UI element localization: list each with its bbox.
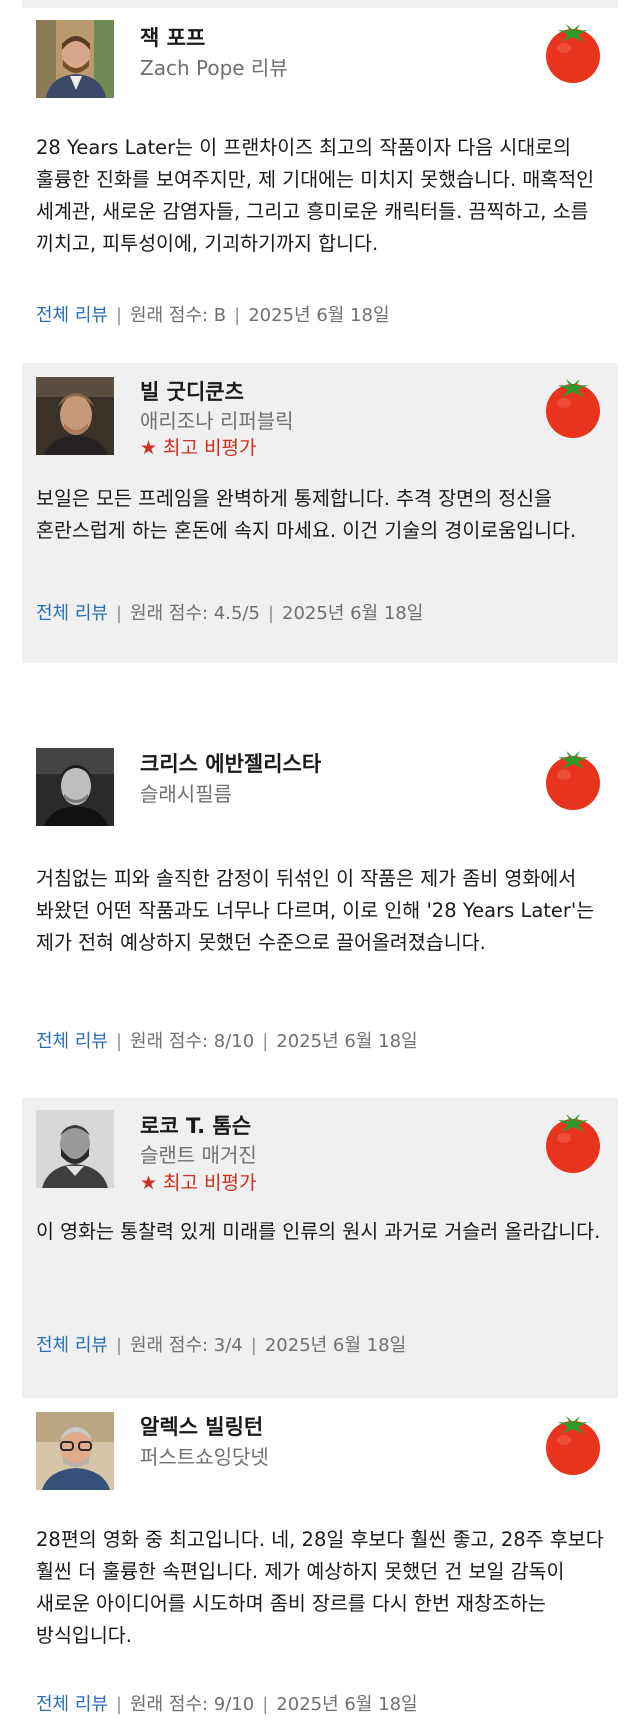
full-review-link[interactable]: 전체 리뷰: [36, 305, 108, 326]
critic-name[interactable]: 잭 포프: [140, 22, 205, 52]
review-card: 로코 T. 톰슨 슬랜트 매거진 ★ 최고 비평가 이 영화는 통찰력 있게 미래…: [22, 1098, 618, 1398]
original-score: 원래 점수: B: [130, 305, 227, 326]
divider: |: [115, 603, 123, 624]
star-icon: ★: [140, 1172, 158, 1194]
top-critic-badge: ★ 최고 비평가: [140, 433, 257, 460]
review-card: 알렉스 빌링턴 퍼스트쇼잉닷넷 28편의 영화 중 최고입니다. 네, 28일 …: [22, 1398, 618, 1736]
review-quote: 거침없는 피와 솔직한 감정이 뒤섞인 이 작품은 제가 좀비 영화에서 봐왔던…: [36, 867, 595, 954]
review-meta: 전체 리뷰 | 원래 점수: 9/10 | 2025년 6월 18일: [36, 1690, 418, 1716]
star-icon: ★: [140, 437, 158, 459]
critic-avatar[interactable]: [36, 1110, 114, 1188]
review-card: 빌 굿디쿤츠 애리조나 리퍼블릭 ★ 최고 비평가 보일은 모든 프레임을 완벽하…: [22, 363, 618, 663]
review-meta: 전체 리뷰 | 원래 점수: 3/4 | 2025년 6월 18일: [36, 1331, 406, 1357]
review-date: 2025년 6월 18일: [282, 603, 424, 624]
divider: |: [262, 1694, 269, 1715]
fresh-tomato-icon: [540, 373, 606, 439]
original-score: 원래 점수: 9/10: [130, 1694, 255, 1715]
review-date: 2025년 6월 18일: [248, 305, 390, 326]
review-quote: 이 영화는 통찰력 있게 미래를 인류의 원시 과거로 거슬러 올라갑니다.: [36, 1220, 601, 1243]
critic-avatar[interactable]: [36, 748, 114, 826]
divider: |: [234, 305, 241, 326]
divider: |: [115, 305, 123, 326]
review-date: 2025년 6월 18일: [264, 1335, 407, 1356]
divider: |: [262, 1031, 269, 1052]
previous-card-edge: [22, 0, 618, 8]
fresh-tomato-icon: [540, 18, 606, 84]
original-score: 원래 점수: 4.5/5: [130, 603, 260, 624]
critic-avatar[interactable]: [36, 1412, 114, 1490]
critic-name[interactable]: 로코 T. 톰슨: [140, 1110, 251, 1140]
critic-avatar[interactable]: [36, 20, 114, 98]
review-quote: 28편의 영화 중 최고입니다. 네, 28일 후보다 훨씬 좋고, 28주 후…: [36, 1528, 604, 1647]
review-date: 2025년 6월 18일: [276, 1031, 418, 1052]
fresh-tomato-icon: [540, 1108, 606, 1174]
publication-name[interactable]: 슬래시필름: [140, 778, 232, 807]
full-review-link[interactable]: 전체 리뷰: [36, 603, 108, 624]
divider: |: [115, 1031, 123, 1052]
review-meta: 전체 리뷰 | 원래 점수: B | 2025년 6월 18일: [36, 301, 390, 327]
critic-name[interactable]: 크리스 에반젤리스타: [140, 748, 321, 778]
review-card: 잭 포프 Zach Pope 리뷰 28 Years Later는 이 프랜차이…: [22, 8, 618, 363]
review-quote: 28 Years Later는 이 프랜차이즈 최고의 작품이자 다음 시대로의…: [36, 136, 595, 255]
divider: |: [267, 603, 275, 624]
critic-avatar[interactable]: [36, 377, 114, 455]
full-review-link[interactable]: 전체 리뷰: [36, 1031, 108, 1052]
original-score: 원래 점수: 8/10: [130, 1031, 255, 1052]
divider: |: [250, 1335, 257, 1356]
full-review-link[interactable]: 전체 리뷰: [36, 1694, 108, 1715]
review-meta: 전체 리뷰 | 원래 점수: 4.5/5 | 2025년 6월 18일: [36, 599, 423, 625]
top-critic-label: 최고 비평가: [163, 1172, 257, 1194]
review-card-content: 크리스 에반젤리스타 슬래시필름 거침없는 피와 솔직한 감정이 뒤섞인 이 작…: [22, 733, 618, 1098]
review-meta: 전체 리뷰 | 원래 점수: 8/10 | 2025년 6월 18일: [36, 1027, 418, 1053]
top-critic-badge: ★ 최고 비평가: [140, 1168, 257, 1195]
review-date: 2025년 6월 18일: [276, 1694, 418, 1715]
review-quote: 보일은 모든 프레임을 완벽하게 통제합니다. 추격 장면의 정신을 혼란스럽게…: [36, 487, 577, 542]
critic-name[interactable]: 빌 굿디쿤츠: [140, 376, 244, 406]
divider: |: [115, 1694, 123, 1715]
publication-name[interactable]: 슬랜트 매거진: [140, 1139, 257, 1168]
full-review-link[interactable]: 전체 리뷰: [36, 1335, 108, 1356]
publication-name[interactable]: 애리조나 리퍼블릭: [140, 405, 294, 434]
original-score: 원래 점수: 3/4: [130, 1335, 243, 1356]
critic-name[interactable]: 알렉스 빌링턴: [140, 1411, 263, 1441]
top-critic-label: 최고 비평가: [163, 437, 257, 459]
fresh-tomato-icon: [540, 1410, 606, 1476]
publication-name[interactable]: 퍼스트쇼잉닷넷: [140, 1441, 269, 1470]
publication-name[interactable]: Zach Pope 리뷰: [140, 52, 288, 81]
fresh-tomato-icon: [540, 745, 606, 811]
divider: |: [115, 1335, 123, 1356]
